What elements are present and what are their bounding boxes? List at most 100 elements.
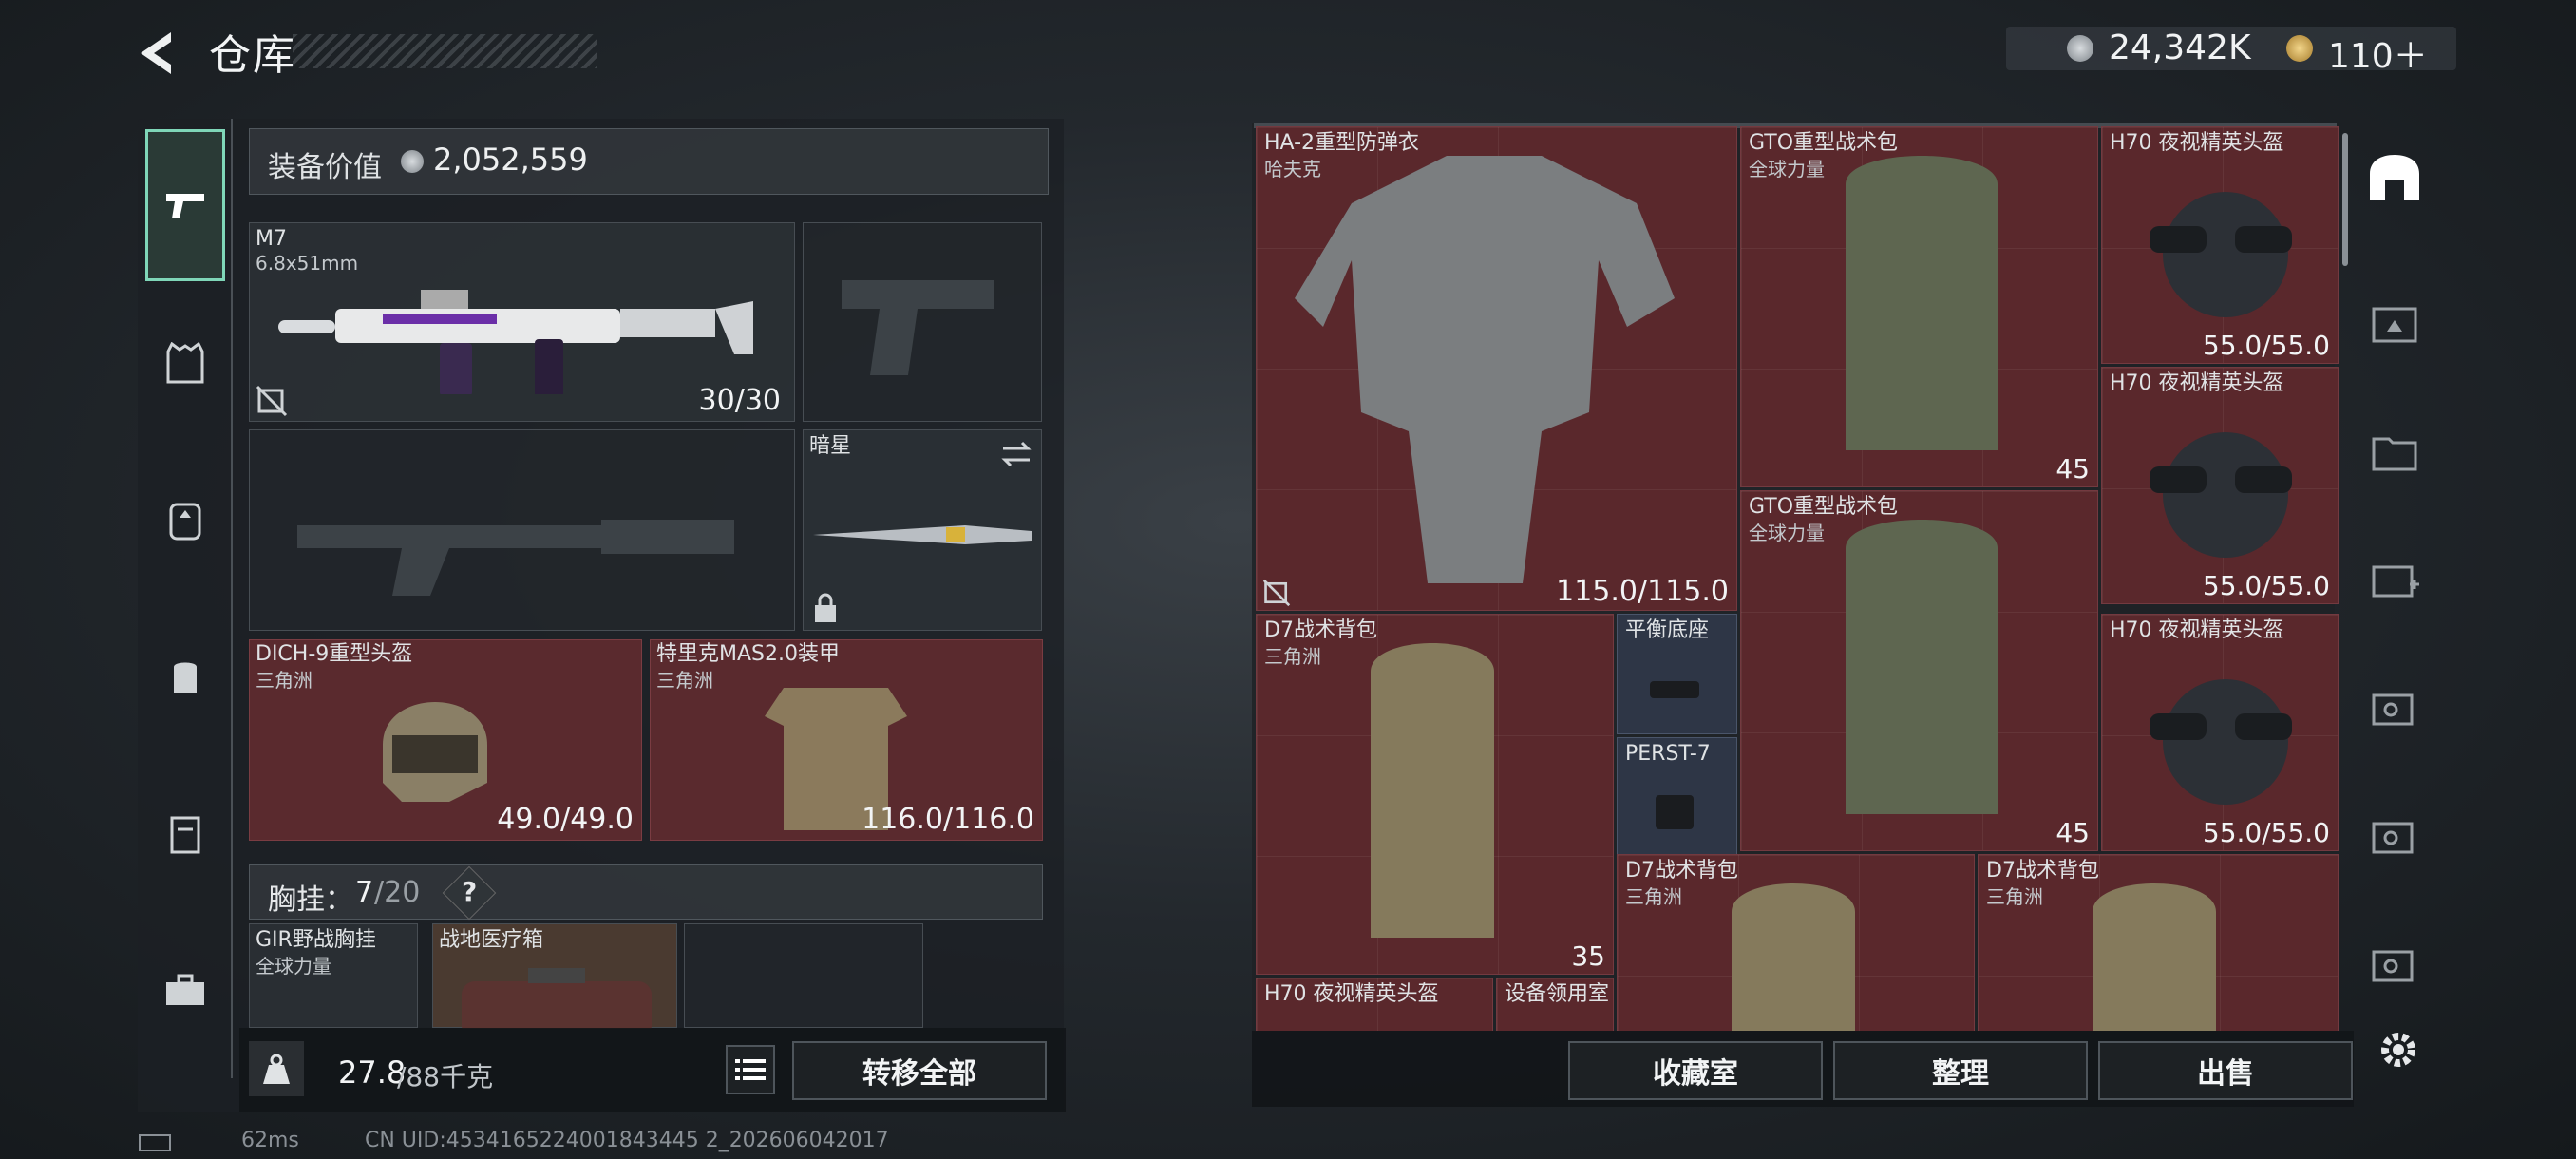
rig-capacity: /20 xyxy=(374,876,421,909)
rig-help-icon[interactable]: ? xyxy=(462,876,477,907)
armor-durability: 116.0/116.0 xyxy=(862,803,1034,836)
stash-tab-4c[interactable] xyxy=(2352,537,2437,622)
stash-item[interactable]: 设备领用室 xyxy=(1496,978,1614,1031)
back-arrow-icon[interactable] xyxy=(133,27,186,80)
stash-item[interactable]: 平衡底座 xyxy=(1617,614,1737,734)
sort-button[interactable]: 整理 xyxy=(1833,1041,2088,1100)
stash-item[interactable]: GTO重型战术包 全球力量 45 xyxy=(1740,126,2098,487)
item-maker: 三角洲 xyxy=(1625,885,1682,908)
swap-icon[interactable] xyxy=(999,440,1033,468)
title-decoration xyxy=(293,34,597,68)
safe-icon xyxy=(2372,822,2414,854)
item-name: H70 夜视精英头盔 xyxy=(2110,131,2284,155)
stash-tab-4a[interactable] xyxy=(2352,280,2437,366)
bipod-image xyxy=(1650,681,1699,698)
token-amount[interactable]: 110＋ xyxy=(2328,28,2428,78)
stash-item[interactable]: H70 夜视精英头盔 55.0/55.0 xyxy=(2101,614,2339,851)
token-icon xyxy=(2286,35,2313,62)
stash-home-tab[interactable] xyxy=(2352,135,2437,220)
case-icon xyxy=(170,816,200,854)
stash-tab-5a[interactable] xyxy=(2352,665,2437,750)
coin-icon xyxy=(401,150,424,173)
list-icon xyxy=(735,1059,766,1080)
armor-slot[interactable]: 特里克MAS2.0装甲 三角洲 116.0/116.0 xyxy=(650,639,1043,841)
stash-tab-5b[interactable] xyxy=(2352,793,2437,879)
secondary-weapon-slot[interactable] xyxy=(249,429,795,631)
lock-icon xyxy=(815,593,836,622)
stash-item[interactable]: D7战术背包 三角洲 xyxy=(1978,854,2339,1031)
collection-room-button[interactable]: 收藏室 xyxy=(1568,1041,1823,1100)
no-trade-icon xyxy=(256,385,288,417)
helmet-durability: 49.0/49.0 xyxy=(497,803,634,836)
item-maker: 三角洲 xyxy=(1986,885,2043,908)
user-uid: CN UID:4534165224001843445 2_20260604201… xyxy=(365,1129,889,1152)
primary-weapon-slot[interactable]: M7 6.8x51mm 30/30 xyxy=(249,222,795,422)
tactical-pack-image xyxy=(1846,520,1998,814)
rifle-placeholder-icon xyxy=(297,520,734,596)
backpack-image xyxy=(1732,884,1855,1031)
page-title: 仓库 xyxy=(209,31,296,80)
item-name: 平衡底座 xyxy=(1625,618,1710,642)
equip-value: 2,052,559 xyxy=(433,142,588,178)
helmet-image xyxy=(383,702,487,802)
item-capacity: 45 xyxy=(2055,453,2090,484)
melee-slot[interactable]: 暗星 xyxy=(803,429,1042,631)
nvg-helmet-image xyxy=(2150,192,2292,317)
pack-icon xyxy=(174,662,197,694)
currency-amount: 24,342K xyxy=(2109,28,2251,67)
rig-slot-1[interactable]: GIR野战胸挂 全球力量 xyxy=(249,923,418,1028)
nav-weapons[interactable] xyxy=(145,129,225,281)
item-durability: 55.0/55.0 xyxy=(2202,817,2330,848)
helmet-slot[interactable]: DICH-9重型头盔 三角洲 49.0/49.0 xyxy=(249,639,642,841)
weight-value: 27.8 xyxy=(338,1054,407,1091)
nav-case[interactable] xyxy=(145,793,225,873)
stash-tabs xyxy=(2352,133,2437,1045)
pistol-slot[interactable] xyxy=(803,222,1042,422)
helmet-name: DICH-9重型头盔 xyxy=(256,642,413,666)
nav-backpack-2[interactable] xyxy=(145,636,225,716)
stash-item[interactable]: D7战术背包 三角洲 xyxy=(1617,854,1975,1031)
rig-item-name: 战地医疗箱 xyxy=(439,928,544,952)
weight-max: /88千克 xyxy=(397,1061,494,1092)
rig-slot-2[interactable]: 战地医疗箱 xyxy=(432,923,677,1029)
safe-icon xyxy=(2372,950,2414,982)
battery-icon xyxy=(139,1134,171,1151)
rig-item-name: GIR野战胸挂 xyxy=(256,928,376,952)
sell-button[interactable]: 出售 xyxy=(2098,1041,2353,1100)
stash-scrollbar[interactable] xyxy=(2342,133,2348,266)
stash-item[interactable]: H70 夜视精英头盔 xyxy=(1256,978,1493,1031)
weight-icon xyxy=(249,1041,304,1096)
stash-item[interactable]: D7战术背包 三角洲 35 xyxy=(1256,614,1614,975)
item-capacity: 35 xyxy=(1571,940,1605,972)
nvg-helmet-image xyxy=(2150,679,2292,805)
rifle-image xyxy=(278,290,753,394)
stash-item[interactable]: GTO重型战术包 全球力量 45 xyxy=(1740,490,2098,851)
melee-name: 暗星 xyxy=(809,434,852,458)
knife-image xyxy=(813,525,1032,544)
backpack-icon xyxy=(169,503,201,541)
tactical-pack-image xyxy=(1846,156,1998,450)
folder-icon xyxy=(2372,437,2417,471)
settings-gear-icon[interactable] xyxy=(2375,1026,2422,1074)
transfer-all-button[interactable]: 转移全部 xyxy=(792,1041,1047,1100)
stash-item[interactable]: HA-2重型防弹衣 哈夫克 115.0/115.0 xyxy=(1256,126,1737,611)
rig-slot-3[interactable] xyxy=(684,923,923,1028)
vest-icon xyxy=(166,342,204,384)
stash-item[interactable]: PERST-7 xyxy=(1617,737,1737,858)
nav-vest[interactable] xyxy=(145,323,225,403)
rig-item-maker: 全球力量 xyxy=(256,955,331,978)
item-maker: 全球力量 xyxy=(1749,522,1825,544)
stash-item[interactable]: H70 夜视精英头盔 55.0/55.0 xyxy=(2101,367,2339,604)
list-view-button[interactable] xyxy=(726,1045,775,1094)
nav-toolbox[interactable] xyxy=(145,950,225,1030)
nav-backpack-1[interactable] xyxy=(145,480,225,560)
pistol-placeholder-icon xyxy=(842,280,994,375)
item-durability: 55.0/55.0 xyxy=(2202,570,2330,601)
no-trade-icon xyxy=(1262,579,1291,607)
stash-tab-4b[interactable] xyxy=(2352,408,2437,494)
scope-image xyxy=(1656,795,1694,829)
stash-item[interactable]: H70 夜视精英头盔 55.0/55.0 xyxy=(2101,126,2339,364)
item-name: H70 夜视精英头盔 xyxy=(1264,982,1439,1006)
pistol-icon xyxy=(166,194,204,218)
stash-tab-5c[interactable] xyxy=(2352,922,2437,1007)
